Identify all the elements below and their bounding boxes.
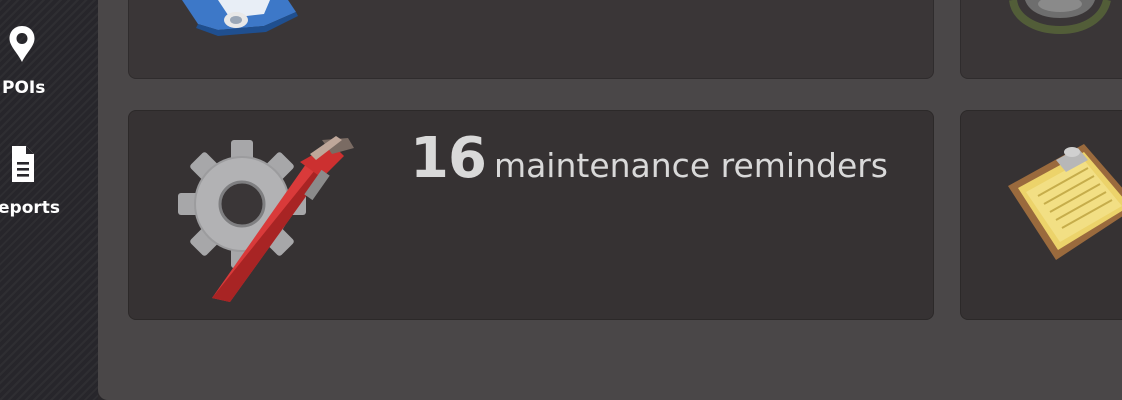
sidebar: POIs eports (0, 0, 98, 400)
gear-wrench-icon (178, 136, 354, 302)
document-icon (12, 146, 34, 182)
sidebar-item-label: eports (0, 198, 61, 218)
card-tires[interactable] (960, 0, 1122, 79)
dashboard-main: 16 maintenance reminders (98, 0, 1122, 400)
maintenance-reminders-summary: 16 maintenance reminders (410, 126, 888, 191)
clipboard-icon (1008, 144, 1122, 260)
sidebar-item-pois[interactable]: POIs (0, 20, 98, 110)
sidebar-item-reports[interactable]: eports (0, 140, 98, 230)
map-pin-icon (9, 26, 35, 62)
card-reports[interactable] (960, 110, 1122, 320)
card-vehicles[interactable] (128, 0, 934, 79)
truck-icon (182, 0, 298, 36)
sidebar-item-label: POIs (2, 78, 46, 98)
tire-icon (1009, 0, 1111, 35)
maintenance-reminders-count: 16 (410, 126, 487, 191)
maintenance-reminders-label: maintenance reminders (493, 146, 889, 185)
card-maintenance-reminders[interactable]: 16 maintenance reminders (128, 110, 934, 320)
